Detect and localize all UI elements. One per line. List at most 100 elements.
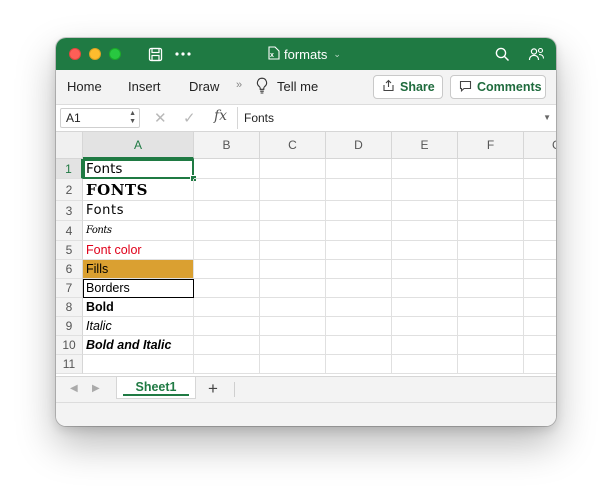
row-header-6[interactable]: 6	[56, 260, 83, 279]
column-header-d[interactable]: D	[326, 132, 392, 159]
cell-a7[interactable]: Borders	[83, 279, 194, 298]
search-icon[interactable]	[492, 44, 512, 64]
cell-b10[interactable]	[194, 336, 260, 355]
ribbon-overflow-icon[interactable]: »	[236, 79, 242, 91]
cell-c1[interactable]	[260, 159, 326, 179]
scroll-right-icon[interactable]: ▶	[92, 383, 100, 394]
comments-button[interactable]: Comments	[450, 75, 546, 99]
cell-d4[interactable]	[326, 221, 392, 241]
cell-f3[interactable]	[458, 201, 524, 221]
cell-b4[interactable]	[194, 221, 260, 241]
expand-formula-icon[interactable]: ▼	[543, 113, 551, 122]
close-window-button[interactable]	[69, 48, 81, 60]
cell-f11[interactable]	[458, 355, 524, 374]
tab-home[interactable]: Home	[67, 78, 102, 96]
cell-c2[interactable]	[260, 179, 326, 201]
tab-insert[interactable]: Insert	[128, 78, 161, 96]
share-button[interactable]: Share	[373, 75, 443, 99]
cell-a6[interactable]: Fills	[83, 260, 194, 279]
cell-e7[interactable]	[392, 279, 458, 298]
cell-f4[interactable]	[458, 221, 524, 241]
name-box[interactable]: A1 ▲ ▼	[60, 108, 140, 128]
cell-c9[interactable]	[260, 317, 326, 336]
cell-f2[interactable]	[458, 179, 524, 201]
cell-b5[interactable]	[194, 241, 260, 260]
cell-b3[interactable]	[194, 201, 260, 221]
cell-b7[interactable]	[194, 279, 260, 298]
cell-c7[interactable]	[260, 279, 326, 298]
cell-g7[interactable]	[524, 279, 556, 298]
cell-b2[interactable]	[194, 179, 260, 201]
column-header-b[interactable]: B	[194, 132, 260, 159]
cell-d9[interactable]	[326, 317, 392, 336]
cell-d11[interactable]	[326, 355, 392, 374]
cell-c11[interactable]	[260, 355, 326, 374]
cell-g11[interactable]	[524, 355, 556, 374]
row-header-10[interactable]: 10	[56, 336, 83, 355]
cell-g3[interactable]	[524, 201, 556, 221]
function-icon[interactable]: fx	[214, 108, 227, 124]
column-header-g[interactable]: G	[524, 132, 556, 159]
cell-d1[interactable]	[326, 159, 392, 179]
row-header-9[interactable]: 9	[56, 317, 83, 336]
cell-a3[interactable]: Fonts	[83, 201, 194, 221]
cell-a10[interactable]: Bold and Italic	[83, 336, 194, 355]
column-header-e[interactable]: E	[392, 132, 458, 159]
confirm-formula-icon[interactable]: ✓	[183, 109, 196, 127]
cell-d2[interactable]	[326, 179, 392, 201]
cell-g9[interactable]	[524, 317, 556, 336]
cell-c4[interactable]	[260, 221, 326, 241]
cell-c10[interactable]	[260, 336, 326, 355]
formula-input[interactable]: Fonts	[244, 111, 274, 125]
cell-b11[interactable]	[194, 355, 260, 374]
cell-b6[interactable]	[194, 260, 260, 279]
cell-d5[interactable]	[326, 241, 392, 260]
more-icon[interactable]	[173, 44, 193, 64]
cell-e3[interactable]	[392, 201, 458, 221]
add-sheet-button[interactable]: +	[208, 379, 218, 399]
cell-e9[interactable]	[392, 317, 458, 336]
cell-e2[interactable]	[392, 179, 458, 201]
select-all-corner[interactable]	[56, 132, 83, 159]
cell-e8[interactable]	[392, 298, 458, 317]
cell-a8[interactable]: Bold	[83, 298, 194, 317]
row-header-11[interactable]: 11	[56, 355, 83, 374]
row-header-1[interactable]: 1	[56, 159, 83, 179]
cell-g6[interactable]	[524, 260, 556, 279]
column-header-a[interactable]: A	[83, 132, 194, 159]
cell-d8[interactable]	[326, 298, 392, 317]
cell-a4[interactable]: Fonts	[83, 221, 194, 241]
tab-draw[interactable]: Draw	[189, 78, 219, 96]
cell-g2[interactable]	[524, 179, 556, 201]
cell-f7[interactable]	[458, 279, 524, 298]
tell-me-search[interactable]: Tell me	[277, 78, 318, 96]
zoom-window-button[interactable]	[109, 48, 121, 60]
scroll-left-icon[interactable]: ◀	[70, 383, 78, 394]
cell-g4[interactable]	[524, 221, 556, 241]
cell-e10[interactable]	[392, 336, 458, 355]
minimize-window-button[interactable]	[89, 48, 101, 60]
sheet-tab-sheet1[interactable]: Sheet1	[116, 377, 196, 399]
row-header-4[interactable]: 4	[56, 221, 83, 241]
column-header-c[interactable]: C	[260, 132, 326, 159]
cell-a9[interactable]: Italic	[83, 317, 194, 336]
cell-f6[interactable]	[458, 260, 524, 279]
cell-d6[interactable]	[326, 260, 392, 279]
cell-f5[interactable]	[458, 241, 524, 260]
row-header-7[interactable]: 7	[56, 279, 83, 298]
cell-b9[interactable]	[194, 317, 260, 336]
cell-a5[interactable]: Font color	[83, 241, 194, 260]
cell-f9[interactable]	[458, 317, 524, 336]
cell-c3[interactable]	[260, 201, 326, 221]
cell-e6[interactable]	[392, 260, 458, 279]
cell-e11[interactable]	[392, 355, 458, 374]
share-people-icon[interactable]	[526, 44, 546, 64]
cell-a2[interactable]: FONTS	[83, 179, 194, 201]
row-header-8[interactable]: 8	[56, 298, 83, 317]
cell-c6[interactable]	[260, 260, 326, 279]
cell-e5[interactable]	[392, 241, 458, 260]
cancel-formula-icon[interactable]: ✕	[154, 109, 167, 127]
name-box-stepper-icon[interactable]: ▲ ▼	[129, 110, 136, 126]
row-header-5[interactable]: 5	[56, 241, 83, 260]
cell-d3[interactable]	[326, 201, 392, 221]
